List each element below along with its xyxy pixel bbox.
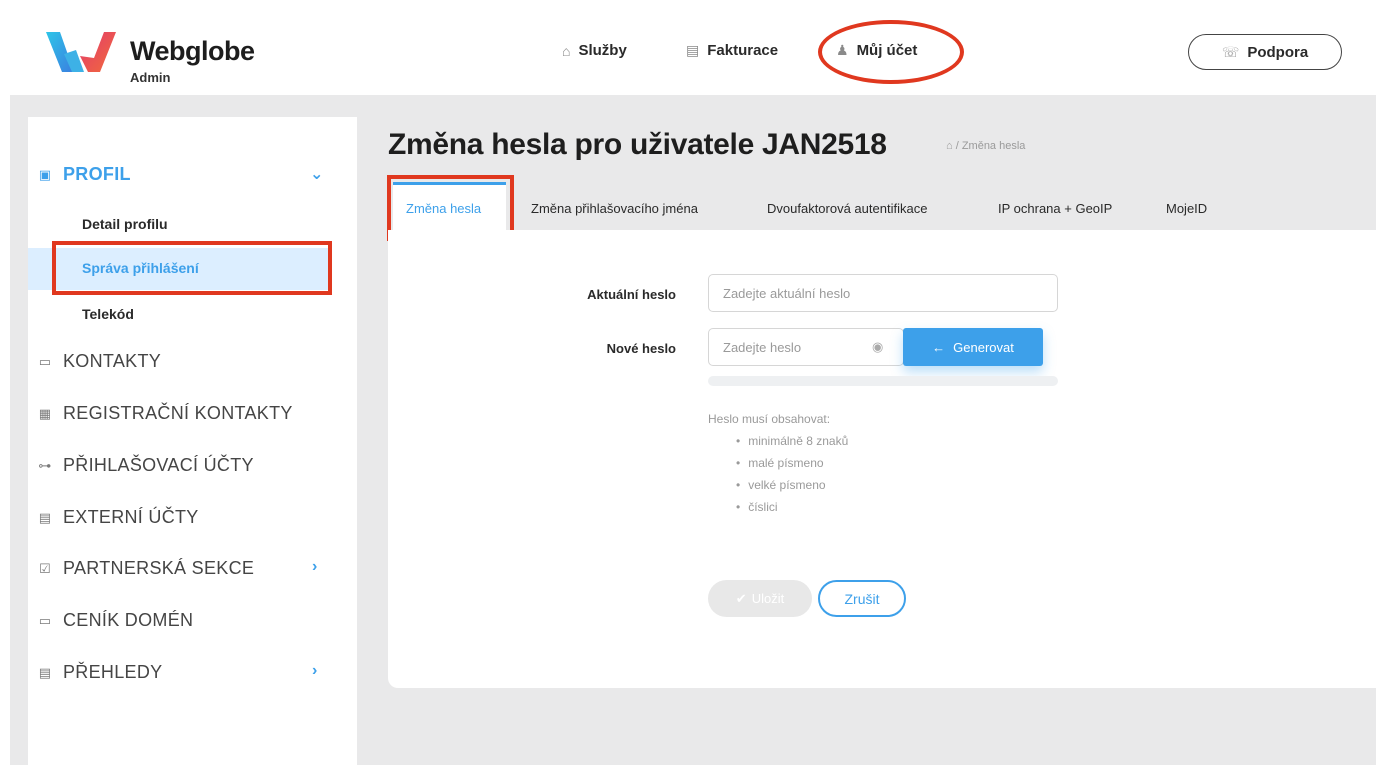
price-icon: ▭ bbox=[38, 612, 52, 628]
sidebar-subitem-telekod[interactable]: Telekód bbox=[82, 306, 134, 322]
sidebar-item-label: KONTAKTY bbox=[63, 351, 162, 371]
partner-icon: ☑ bbox=[39, 560, 51, 576]
new-password-label: Nové heslo bbox=[606, 341, 676, 356]
invoice-icon: ▤ bbox=[686, 42, 700, 58]
key-icon: ⊶ bbox=[38, 457, 52, 473]
home-icon: ⌂ bbox=[562, 42, 571, 59]
support-icon: ☏ bbox=[1221, 43, 1240, 60]
save-button[interactable]: ✔ Uložit bbox=[708, 580, 812, 617]
sidebar-item-partnerska-sekce[interactable]: ☑ PARTNERSKÁ SEKCE bbox=[35, 558, 254, 579]
chevron-right-icon[interactable]: › bbox=[312, 662, 317, 680]
sidebar-item-cenik-domen[interactable]: ▭ CENÍK DOMÉN bbox=[35, 610, 193, 631]
contacts-icon: ▭ bbox=[38, 353, 52, 369]
sidebar-item-externi-ucty[interactable]: ▤ EXTERNÍ ÚČTY bbox=[35, 507, 199, 528]
registration-icon: ▦ bbox=[38, 405, 52, 421]
generate-label: Generovat bbox=[953, 339, 1014, 355]
highlight-circle bbox=[818, 20, 964, 84]
sidebar-item-prehledy[interactable]: ▤ PŘEHLEDY bbox=[35, 662, 162, 683]
brand-subtitle: Admin bbox=[130, 70, 171, 85]
sidebar-item-label: PŘEHLEDY bbox=[63, 662, 163, 682]
generate-button[interactable]: ← Generovat bbox=[903, 328, 1043, 366]
overview-icon: ▤ bbox=[38, 664, 52, 680]
password-hint-list: minimálně 8 znaků malé písmeno velké pís… bbox=[736, 434, 848, 522]
sidebar-item-label: CENÍK DOMÉN bbox=[63, 610, 194, 630]
save-label: Uložit bbox=[751, 591, 785, 606]
highlight-box-sidebar bbox=[52, 241, 332, 295]
password-strength-bar bbox=[708, 376, 1058, 386]
nav-sluzby[interactable]: ⌂ Služby bbox=[562, 42, 627, 59]
tab-dvoufaktorova-autentifikace[interactable]: Dvoufaktorová autentifikace bbox=[767, 201, 927, 216]
tab-mojeid[interactable]: MojeID bbox=[1166, 201, 1207, 216]
home-icon[interactable]: ⌂ bbox=[946, 140, 956, 152]
check-icon: ✔ bbox=[735, 590, 747, 606]
sidebar-item-prihlasovaci-ucty[interactable]: ⊶ PŘIHLAŠOVACÍ ÚČTY bbox=[35, 455, 254, 476]
brand-name: Webglobe bbox=[130, 36, 255, 66]
tab-zmena-prihlasovaciho-jmena[interactable]: Změna přihlašovacího jména bbox=[531, 201, 698, 216]
nav-fakturace[interactable]: ▤ Fakturace bbox=[686, 42, 778, 59]
support-label: Podpora bbox=[1247, 43, 1309, 61]
list-item: velké písmeno bbox=[736, 478, 848, 500]
eye-icon[interactable]: ◉ bbox=[872, 339, 883, 355]
chevron-right-icon[interactable]: › bbox=[312, 558, 317, 576]
external-icon: ▤ bbox=[38, 509, 52, 525]
password-hint-title: Heslo musí obsahovat: bbox=[708, 412, 831, 426]
sidebar-item-label: PŘIHLAŠOVACÍ ÚČTY bbox=[63, 455, 254, 475]
sidebar-item-label: EXTERNÍ ÚČTY bbox=[63, 507, 199, 527]
webglobe-logo-icon[interactable] bbox=[42, 26, 122, 78]
sidebar-item-label: PARTNERSKÁ SEKCE bbox=[63, 558, 255, 578]
sidebar-item-label: PROFIL bbox=[63, 164, 131, 184]
arrow-left-icon: ← bbox=[932, 339, 946, 355]
current-password-label: Aktuální heslo bbox=[587, 287, 676, 302]
sidebar-item-kontakty[interactable]: ▭ KONTAKTY bbox=[35, 351, 161, 372]
chevron-down-icon[interactable]: ⌄ bbox=[310, 164, 323, 184]
tab-ip-ochrana[interactable]: IP ochrana + GeoIP bbox=[998, 201, 1112, 216]
page-title: Změna hesla pro uživatele JAN2518 bbox=[388, 128, 887, 161]
nav-fakturace-label: Fakturace bbox=[707, 42, 779, 59]
list-item: malé písmeno bbox=[736, 456, 848, 478]
id-card-icon: ▣ bbox=[38, 166, 52, 182]
list-item: číslici bbox=[736, 500, 848, 522]
breadcrumb-current: / Změna hesla bbox=[955, 140, 1026, 152]
list-item: minimálně 8 znaků bbox=[736, 434, 848, 456]
sidebar-item-profil[interactable]: ▣ PROFIL bbox=[35, 164, 131, 185]
breadcrumb: ⌂ / Změna hesla bbox=[946, 140, 1025, 152]
current-password-input[interactable] bbox=[708, 274, 1058, 312]
cancel-button[interactable]: Zrušit bbox=[818, 580, 906, 617]
support-button[interactable]: ☏ Podpora bbox=[1188, 34, 1342, 70]
sidebar-subitem-detail-profilu[interactable]: Detail profilu bbox=[82, 216, 168, 232]
sidebar-item-label: REGISTRAČNÍ KONTAKTY bbox=[63, 403, 293, 423]
top-header: Webglobe Admin ⌂ Služby ▤ Fakturace ♟ Mů… bbox=[0, 0, 1376, 95]
sidebar-item-registracni-kontakty[interactable]: ▦ REGISTRAČNÍ KONTAKTY bbox=[35, 403, 293, 424]
nav-sluzby-label: Služby bbox=[578, 42, 627, 59]
